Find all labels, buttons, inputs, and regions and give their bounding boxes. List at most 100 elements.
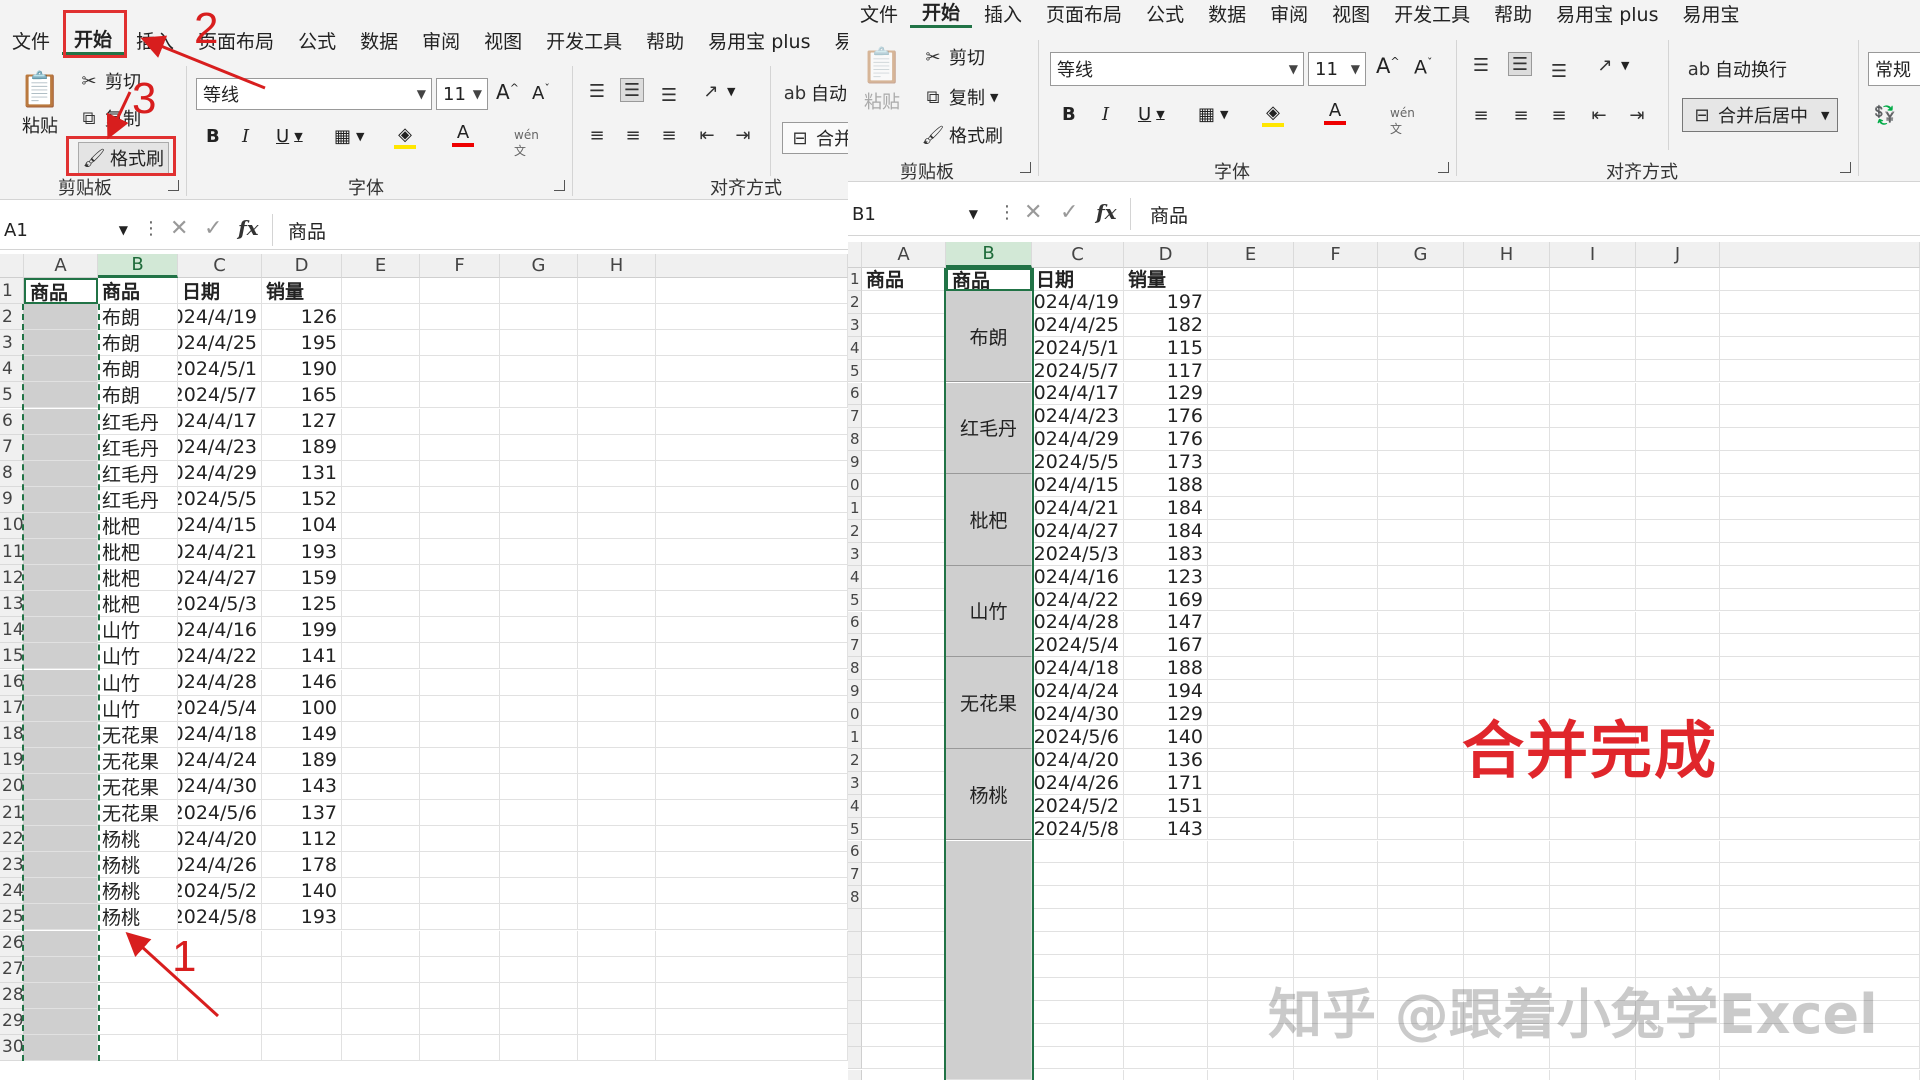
cell[interactable]: 2024/4/24 xyxy=(1032,680,1124,704)
cell[interactable] xyxy=(1464,428,1550,452)
cell[interactable]: 176 xyxy=(1124,428,1208,452)
tab-10[interactable]: 易用宝 plus xyxy=(1544,0,1670,27)
cell[interactable] xyxy=(1720,771,1920,795)
cell[interactable] xyxy=(1208,886,1294,910)
column-header[interactable]: A xyxy=(862,242,946,268)
cell[interactable] xyxy=(1720,863,1920,887)
number-format-select[interactable]: 常规 xyxy=(1868,52,1920,86)
cell[interactable] xyxy=(1294,657,1378,681)
cell[interactable] xyxy=(1124,1046,1208,1070)
cell[interactable] xyxy=(1464,382,1550,406)
row-header[interactable]: 3 xyxy=(848,771,862,795)
row-header[interactable]: 2 xyxy=(848,519,862,543)
cell[interactable] xyxy=(1464,611,1550,635)
cell[interactable] xyxy=(1550,428,1636,452)
cell[interactable] xyxy=(1720,359,1920,383)
row-header[interactable]: 1 xyxy=(848,497,862,520)
cell[interactable] xyxy=(1720,474,1920,497)
cell[interactable] xyxy=(862,497,946,520)
cell[interactable] xyxy=(862,405,946,429)
cell[interactable]: 123 xyxy=(1124,565,1208,589)
cell[interactable] xyxy=(1294,405,1378,429)
cell[interactable] xyxy=(1294,771,1378,795)
cell[interactable] xyxy=(1032,1069,1124,1080)
cell[interactable] xyxy=(1208,290,1294,314)
format-painter-button[interactable]: 🖌 格式刷 xyxy=(922,122,1003,148)
cell[interactable] xyxy=(1720,1069,1920,1080)
column-header[interactable]: C xyxy=(1032,242,1124,268)
cell[interactable] xyxy=(1464,932,1550,955)
cell[interactable]: 商品 xyxy=(946,268,1032,291)
cell[interactable] xyxy=(1378,726,1464,749)
cell[interactable] xyxy=(1464,886,1550,910)
fill-color-button[interactable]: ◈ xyxy=(1262,102,1284,127)
cell[interactable] xyxy=(1294,451,1378,475)
cell[interactable] xyxy=(1720,519,1920,543)
cell[interactable] xyxy=(862,588,946,612)
tab-0[interactable]: 文件 xyxy=(848,0,910,27)
cell[interactable] xyxy=(1464,290,1550,314)
cell[interactable]: 2024/4/26 xyxy=(1032,771,1124,795)
cell[interactable] xyxy=(1720,405,1920,429)
row-header[interactable]: 5 xyxy=(848,817,862,841)
cell[interactable] xyxy=(1464,840,1550,864)
cell[interactable] xyxy=(862,863,946,887)
formula-input[interactable]: 商品 xyxy=(1150,192,1188,236)
cell[interactable] xyxy=(1378,428,1464,452)
cell[interactable]: 147 xyxy=(1124,611,1208,635)
cell[interactable] xyxy=(1720,909,1920,933)
cell[interactable] xyxy=(1720,565,1920,589)
row-header[interactable]: 8 xyxy=(848,886,862,910)
cell[interactable] xyxy=(1720,886,1920,910)
cell[interactable] xyxy=(1550,451,1636,475)
cell[interactable]: 2024/4/23 xyxy=(1032,405,1124,429)
cell[interactable] xyxy=(1464,909,1550,933)
cell[interactable] xyxy=(1032,977,1124,1001)
cell[interactable] xyxy=(862,909,946,933)
cell[interactable] xyxy=(1550,611,1636,635)
cell[interactable] xyxy=(1636,886,1720,910)
row-header[interactable]: 3 xyxy=(848,313,862,337)
cell[interactable] xyxy=(1636,817,1720,841)
cell[interactable] xyxy=(1464,336,1550,360)
cell[interactable] xyxy=(1294,290,1378,314)
cell[interactable] xyxy=(1124,840,1208,864)
cell[interactable]: 197 xyxy=(1124,290,1208,314)
align-middle-button[interactable]: ☰ xyxy=(1508,52,1532,76)
cell[interactable] xyxy=(1636,542,1720,566)
phonetic-button[interactable]: wén 文 xyxy=(1390,106,1415,137)
row-header[interactable] xyxy=(848,955,862,978)
cell[interactable] xyxy=(1378,840,1464,864)
row-header[interactable]: 3 xyxy=(848,542,862,566)
row-header[interactable]: 9 xyxy=(848,680,862,704)
cell[interactable] xyxy=(1294,840,1378,864)
cell[interactable] xyxy=(1208,840,1294,864)
cell[interactable] xyxy=(1464,634,1550,658)
cell[interactable] xyxy=(946,840,1032,1080)
cell[interactable]: 2024/4/19 xyxy=(1032,290,1124,314)
cell[interactable] xyxy=(1464,359,1550,383)
cell[interactable] xyxy=(1720,1046,1920,1070)
cell[interactable] xyxy=(862,451,946,475)
cell[interactable] xyxy=(1720,451,1920,475)
increase-indent-button[interactable]: ⇥ xyxy=(1626,104,1648,126)
decrease-indent-button[interactable]: ⇤ xyxy=(1588,104,1610,126)
cell[interactable] xyxy=(1378,1046,1464,1070)
cell[interactable] xyxy=(1124,955,1208,978)
cell[interactable] xyxy=(1464,1046,1550,1070)
cell[interactable] xyxy=(1294,863,1378,887)
row-header[interactable]: 4 xyxy=(848,336,862,360)
cell[interactable] xyxy=(862,474,946,497)
cell[interactable] xyxy=(1032,1023,1124,1047)
cell[interactable] xyxy=(1720,428,1920,452)
cell[interactable] xyxy=(1720,497,1920,520)
cell[interactable] xyxy=(1378,703,1464,726)
tab-8[interactable]: 开发工具 xyxy=(1382,0,1482,27)
cell[interactable] xyxy=(1720,634,1920,658)
row-header[interactable]: 4 xyxy=(848,565,862,589)
cell[interactable] xyxy=(1720,794,1920,818)
cell[interactable] xyxy=(1208,771,1294,795)
cell[interactable] xyxy=(1550,542,1636,566)
cell[interactable] xyxy=(1636,405,1720,429)
tab-7[interactable]: 视图 xyxy=(1320,0,1382,27)
